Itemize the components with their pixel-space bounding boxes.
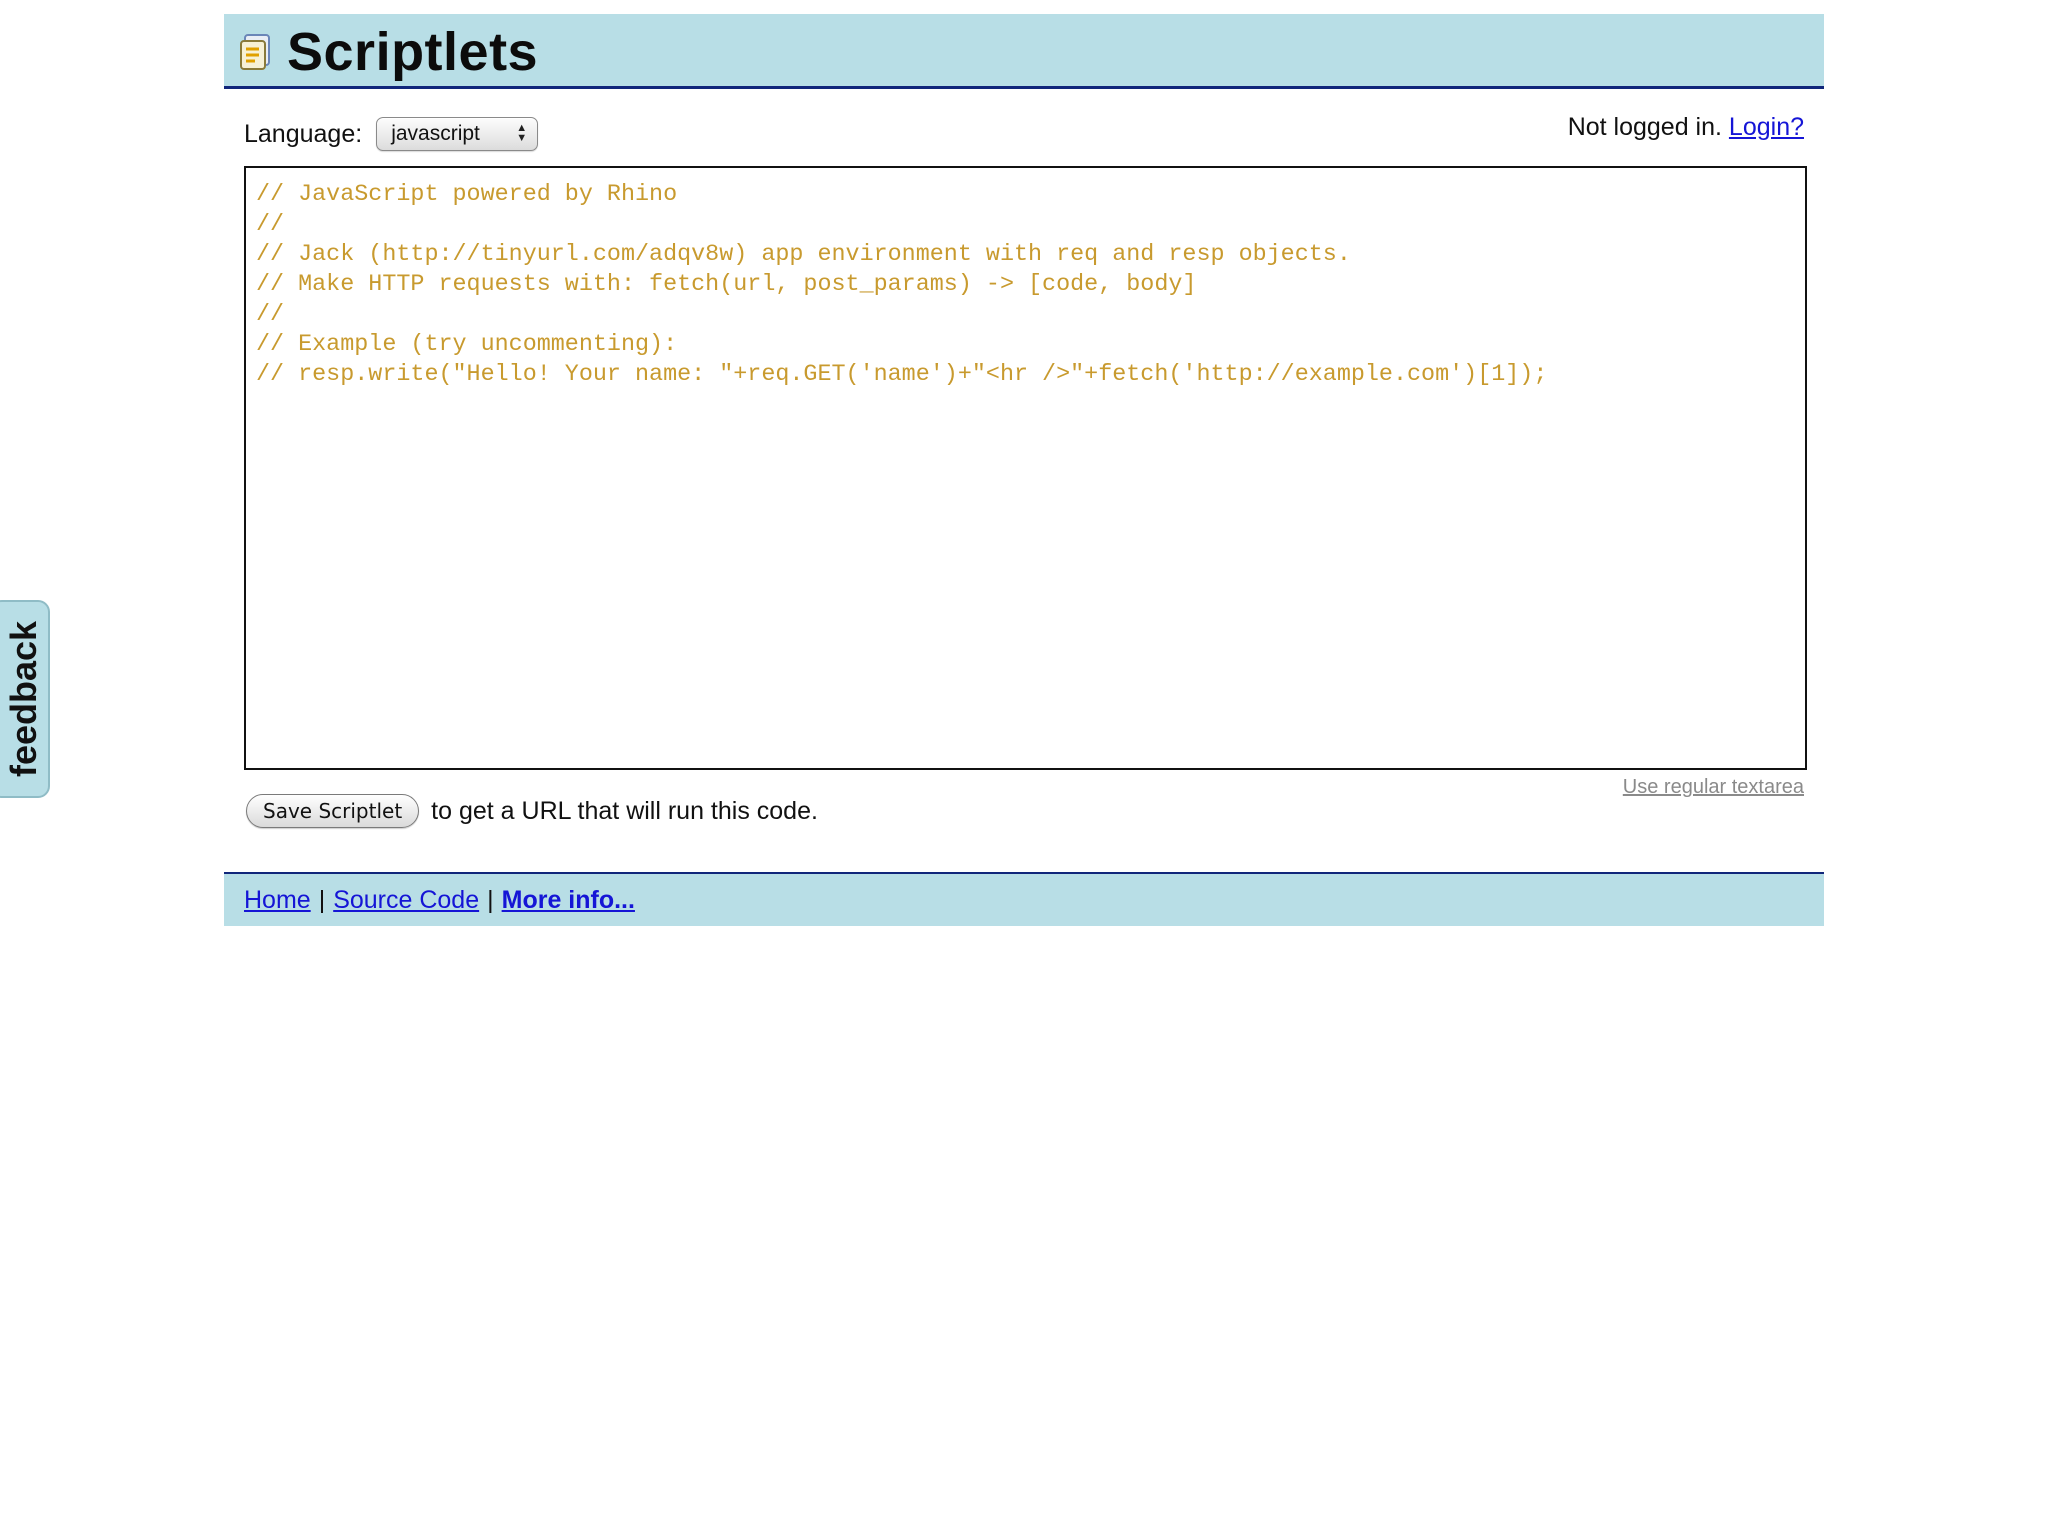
save-scriptlet-button[interactable]: Save Scriptlet bbox=[246, 794, 420, 828]
footer-separator: | bbox=[318, 885, 326, 914]
footer-link-home[interactable]: Home bbox=[244, 886, 311, 915]
code-editor[interactable]: // JavaScript powered by Rhino // // Jac… bbox=[244, 166, 1807, 770]
login-status: Not logged in. Login? bbox=[1568, 113, 1804, 142]
language-select-value: javascript bbox=[391, 122, 480, 145]
select-arrows-icon: ▲ ▼ bbox=[516, 122, 528, 144]
page: Scriptlets Language: javascript ▲ ▼ Not l… bbox=[224, 14, 1824, 926]
footer-link-source-code[interactable]: Source Code bbox=[333, 886, 479, 915]
save-row: Save Scriptlet to get a URL that will ru… bbox=[246, 794, 818, 828]
use-regular-textarea-link[interactable]: Use regular textarea bbox=[1623, 776, 1804, 799]
login-status-text: Not logged in. bbox=[1567, 113, 1722, 141]
toolbar: Language: javascript ▲ ▼ Not logged in. L… bbox=[224, 89, 1824, 165]
login-link[interactable]: Login? bbox=[1729, 113, 1804, 141]
page-title: Scriptlets bbox=[287, 22, 539, 82]
header: Scriptlets bbox=[224, 14, 1824, 89]
language-select[interactable]: javascript ▲ ▼ bbox=[376, 117, 539, 151]
footer-link-more-info[interactable]: More info... bbox=[502, 886, 635, 915]
save-hint: to get a URL that will run this code. bbox=[431, 796, 818, 825]
footer: Home | Source Code | More info... bbox=[224, 872, 1824, 926]
footer-separator: | bbox=[487, 885, 494, 914]
scroll-icon bbox=[240, 34, 270, 70]
language-row: Language: javascript ▲ ▼ bbox=[244, 117, 539, 151]
feedback-label: feedback bbox=[3, 620, 45, 778]
feedback-tab[interactable]: feedback bbox=[0, 600, 50, 798]
language-label: Language: bbox=[244, 119, 363, 148]
